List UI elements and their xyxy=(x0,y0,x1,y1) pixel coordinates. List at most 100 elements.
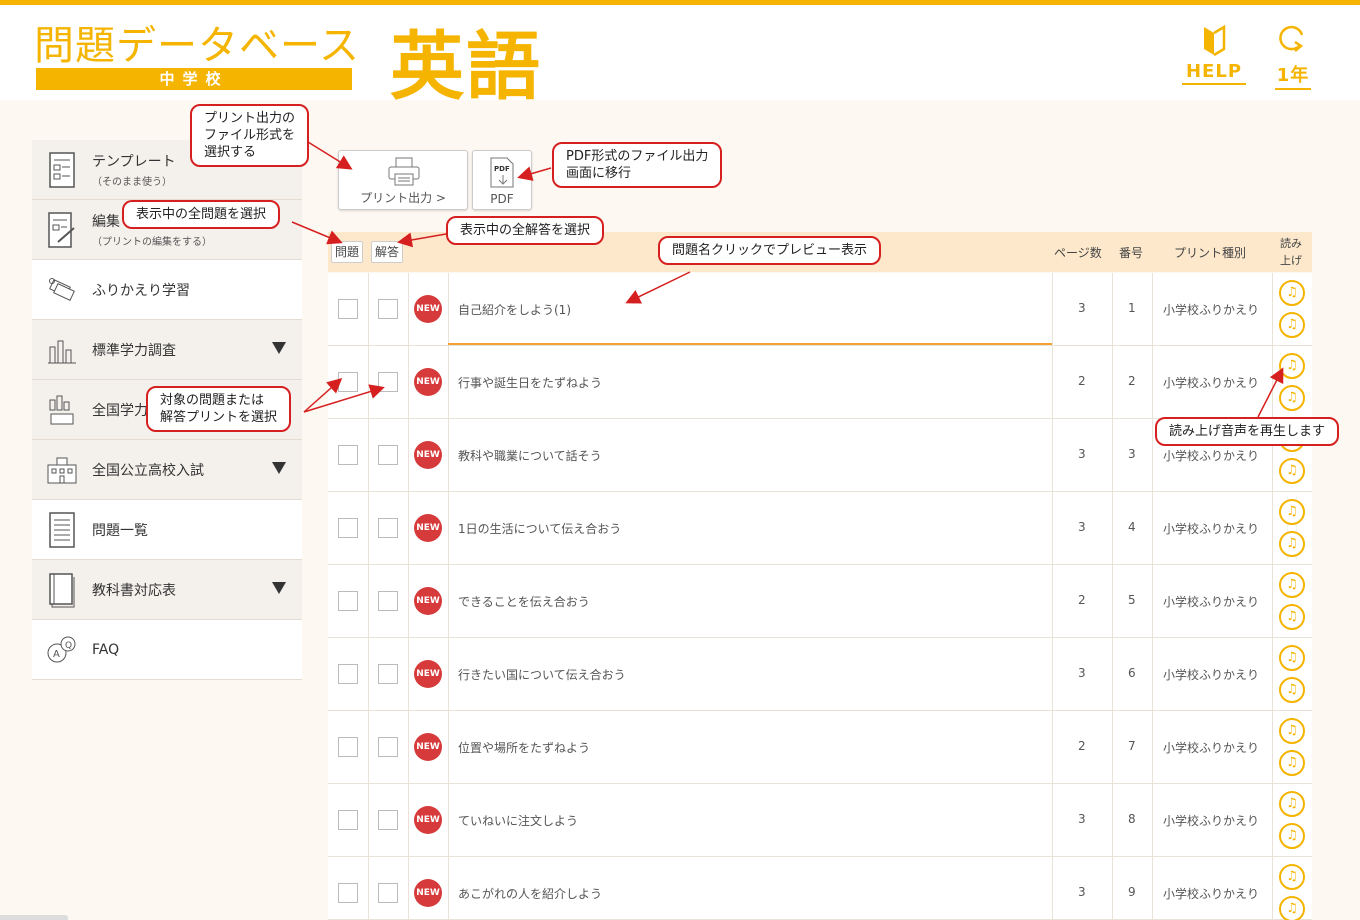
answer-checkbox[interactable] xyxy=(378,372,398,392)
column-divider xyxy=(1052,346,1053,418)
table-row: NEW 行きたい国について伝え合おう 3 6 小学校ふりかえり ♫ ♫ xyxy=(328,638,1312,711)
column-divider xyxy=(1152,711,1153,783)
answer-checkbox[interactable] xyxy=(378,591,398,611)
question-title-link[interactable]: 自己紹介をしよう(1) xyxy=(458,301,571,318)
answer-checkbox[interactable] xyxy=(378,664,398,684)
header-read-aloud-1: 読み xyxy=(1280,237,1302,250)
scrollbar-thumb[interactable] xyxy=(0,915,68,920)
question-checkbox[interactable] xyxy=(338,445,358,465)
print-type-cell: 小学校ふりかえり xyxy=(1163,887,1260,901)
question-title-link[interactable]: 位置や場所をたずねよう xyxy=(458,739,590,756)
select-all-answers-button[interactable]: 解答 xyxy=(371,241,404,263)
callout-line: 解答プリントを選択 xyxy=(160,410,278,425)
answer-checkbox[interactable] xyxy=(378,883,398,903)
question-audio-button[interactable]: ♫ xyxy=(1279,864,1305,890)
grade-button[interactable]: 1年 xyxy=(1275,23,1311,90)
answer-checkbox[interactable] xyxy=(378,445,398,465)
sidebar-item-standard-test[interactable]: 標準学力調査 xyxy=(32,320,302,380)
sidebar-item-faq[interactable]: AQ FAQ xyxy=(32,620,302,680)
book-icon xyxy=(46,570,78,610)
sidebar-item-highschool-exam[interactable]: 全国公立高校入試 xyxy=(32,440,302,500)
callout-line: PDF形式のファイル出力 xyxy=(566,149,709,164)
new-badge: NEW xyxy=(414,295,442,323)
new-badge: NEW xyxy=(414,441,442,469)
column-divider xyxy=(1272,492,1273,564)
answer-audio-button[interactable]: ♫ xyxy=(1279,458,1305,484)
print-output-button[interactable]: プリント出力 > xyxy=(338,150,468,210)
question-title-link[interactable]: ていねいに注文しよう xyxy=(458,812,578,829)
sidebar-item-label: 全国公立高校入試 xyxy=(92,462,204,479)
answer-audio-button[interactable]: ♫ xyxy=(1279,896,1305,920)
print-type-cell: 小学校ふりかえり xyxy=(1163,814,1260,828)
question-checkbox[interactable] xyxy=(338,737,358,757)
answer-audio-button[interactable]: ♫ xyxy=(1279,750,1305,776)
question-audio-button[interactable]: ♫ xyxy=(1279,718,1305,744)
sidebar-item-question-list[interactable]: 問題一覧 xyxy=(32,500,302,560)
question-checkbox[interactable] xyxy=(338,883,358,903)
answer-audio-button[interactable]: ♫ xyxy=(1279,823,1305,849)
question-checkbox[interactable] xyxy=(338,518,358,538)
answer-audio-button[interactable]: ♫ xyxy=(1279,677,1305,703)
question-checkbox[interactable] xyxy=(338,299,358,319)
sidebar-item-review[interactable]: ふりかえり学習 xyxy=(32,260,302,320)
print-type-cell: 小学校ふりかえり xyxy=(1163,595,1260,609)
help-label: HELP xyxy=(1182,61,1246,85)
question-title-link[interactable]: できることを伝え合おう xyxy=(458,593,590,610)
question-audio-button[interactable]: ♫ xyxy=(1279,280,1305,306)
chevron-down-icon xyxy=(272,342,286,354)
sidebar-item-label: 教科書対応表 xyxy=(92,582,176,599)
answer-checkbox[interactable] xyxy=(378,737,398,757)
answer-audio-button[interactable]: ♫ xyxy=(1279,312,1305,338)
sidebar-item-label: FAQ xyxy=(92,641,120,658)
column-divider xyxy=(448,638,449,710)
column-divider xyxy=(1112,638,1113,710)
document-list-icon xyxy=(46,150,78,190)
question-title-link[interactable]: あこがれの人を紹介しよう xyxy=(458,885,602,902)
question-title-link[interactable]: 教科や職業について話そう xyxy=(458,447,602,464)
answer-checkbox[interactable] xyxy=(378,810,398,830)
table-row: NEW 位置や場所をたずねよう 2 7 小学校ふりかえり ♫ ♫ xyxy=(328,711,1312,784)
question-checkbox[interactable] xyxy=(338,372,358,392)
question-checkbox[interactable] xyxy=(338,810,358,830)
select-all-questions-button[interactable]: 問題 xyxy=(331,241,364,263)
hover-underline xyxy=(448,343,1052,345)
svg-text:Q: Q xyxy=(65,641,72,651)
column-divider xyxy=(368,784,369,856)
question-title-link[interactable]: 1日の生活について伝え合おう xyxy=(458,520,621,537)
answer-checkbox[interactable] xyxy=(378,518,398,538)
pdf-file-icon: PDF xyxy=(490,157,514,188)
question-audio-button[interactable]: ♫ xyxy=(1279,572,1305,598)
table-row: NEW 自己紹介をしよう(1) 3 1 小学校ふりかえり ♫ ♫ xyxy=(328,273,1312,346)
answer-audio-button[interactable]: ♫ xyxy=(1279,604,1305,630)
pdf-button[interactable]: PDF PDF xyxy=(472,150,532,210)
answer-audio-button[interactable]: ♫ xyxy=(1279,531,1305,557)
question-audio-button[interactable]: ♫ xyxy=(1279,353,1305,379)
flashcards-icon xyxy=(46,270,78,310)
column-divider xyxy=(368,273,369,345)
subject-title: 英語 xyxy=(390,24,542,110)
question-checkbox[interactable] xyxy=(338,664,358,684)
column-divider xyxy=(448,784,449,856)
answer-audio-button[interactable]: ♫ xyxy=(1279,385,1305,411)
print-output-label: プリント出力 > xyxy=(360,191,446,205)
question-audio-button[interactable]: ♫ xyxy=(1279,645,1305,671)
column-divider xyxy=(1112,273,1113,345)
number-cell: 5 xyxy=(1128,593,1136,607)
faq-bubble-icon: AQ xyxy=(46,630,78,670)
column-divider xyxy=(408,492,409,564)
sidebar-item-label: ふりかえり学習 xyxy=(92,282,190,299)
number-cell: 9 xyxy=(1128,885,1136,899)
question-title-link[interactable]: 行事や誕生日をたずねよう xyxy=(458,374,602,391)
question-checkbox[interactable] xyxy=(338,591,358,611)
answer-checkbox[interactable] xyxy=(378,299,398,319)
question-audio-button[interactable]: ♫ xyxy=(1279,499,1305,525)
question-title-link[interactable]: 行きたい国について伝え合おう xyxy=(458,666,626,683)
column-divider xyxy=(1112,419,1113,491)
help-button[interactable]: HELP xyxy=(1182,23,1246,85)
column-divider xyxy=(408,784,409,856)
question-audio-button[interactable]: ♫ xyxy=(1279,791,1305,817)
header: 問題データベース 中学校 英語 HELP 1年 xyxy=(0,5,1360,110)
header-read-aloud-2: 上げ xyxy=(1280,254,1302,267)
column-divider xyxy=(1272,638,1273,710)
sidebar-item-textbook-table[interactable]: 教科書対応表 xyxy=(32,560,302,620)
